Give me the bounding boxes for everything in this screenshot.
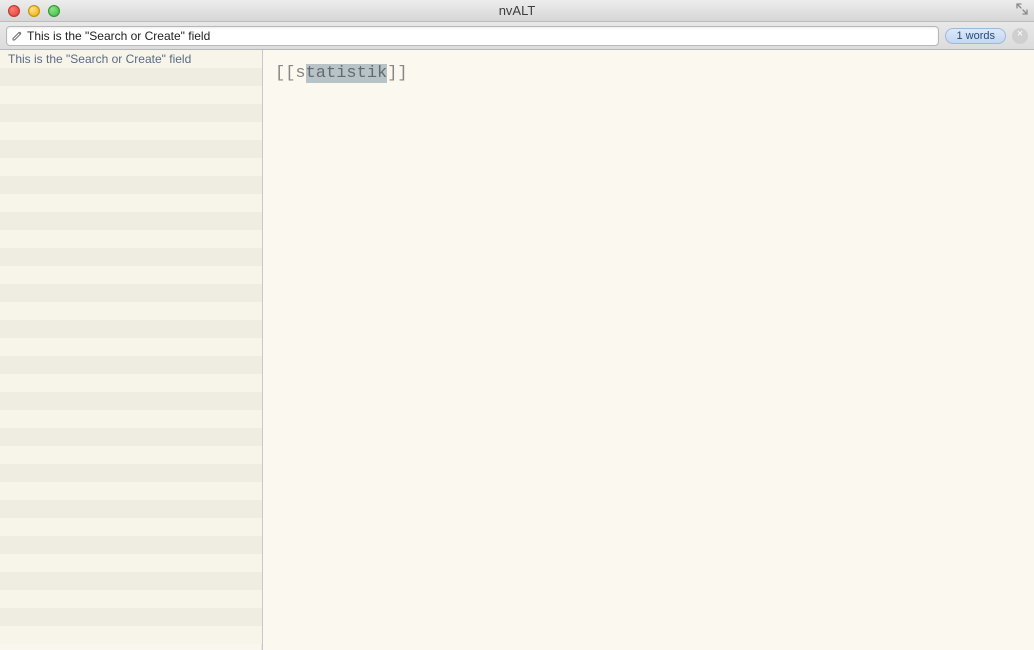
list-item[interactable] — [0, 626, 262, 644]
list-item[interactable] — [0, 536, 262, 554]
list-item[interactable] — [0, 194, 262, 212]
editor-text-suffix: ]] — [387, 64, 407, 83]
list-item[interactable] — [0, 518, 262, 536]
list-item[interactable] — [0, 446, 262, 464]
list-item[interactable] — [0, 374, 262, 392]
pencil-icon — [11, 30, 23, 42]
editor-text-prefix: [[s — [275, 64, 306, 83]
list-item[interactable] — [0, 428, 262, 446]
list-item[interactable] — [0, 320, 262, 338]
list-item[interactable] — [0, 104, 262, 122]
editor-text-selection: tatistik — [306, 64, 388, 83]
list-item[interactable] — [0, 140, 262, 158]
list-item[interactable] — [0, 482, 262, 500]
list-item[interactable] — [0, 248, 262, 266]
list-item[interactable] — [0, 68, 262, 86]
notes-list[interactable]: This is the "Search or Create" field — [0, 50, 263, 650]
note-editor[interactable]: [[statistik]] — [263, 50, 1034, 650]
list-item[interactable] — [0, 392, 262, 410]
list-item[interactable] — [0, 86, 262, 104]
app-window: nvALT 1 words × This is the "Search or C… — [0, 0, 1034, 650]
list-item[interactable] — [0, 176, 262, 194]
search-field-wrap[interactable] — [6, 26, 939, 46]
minimize-window-icon[interactable] — [28, 5, 40, 17]
window-title: nvALT — [0, 3, 1034, 18]
toolbar: 1 words × — [0, 22, 1034, 50]
list-item[interactable] — [0, 338, 262, 356]
main-split: This is the "Search or Create" field [[s… — [0, 50, 1034, 650]
list-item[interactable] — [0, 284, 262, 302]
list-item[interactable] — [0, 500, 262, 518]
word-count-badge[interactable]: 1 words — [945, 28, 1006, 44]
list-item[interactable] — [0, 464, 262, 482]
list-item[interactable] — [0, 122, 262, 140]
clear-icon: × — [1017, 29, 1023, 40]
list-item[interactable] — [0, 572, 262, 590]
list-item[interactable] — [0, 608, 262, 626]
list-item[interactable] — [0, 302, 262, 320]
list-item[interactable]: This is the "Search or Create" field — [0, 50, 262, 68]
titlebar[interactable]: nvALT — [0, 0, 1034, 22]
list-item[interactable] — [0, 212, 262, 230]
list-item[interactable] — [0, 590, 262, 608]
clear-search-button[interactable]: × — [1012, 28, 1028, 44]
list-item[interactable] — [0, 266, 262, 284]
search-or-create-input[interactable] — [27, 29, 934, 43]
list-item-title: This is the "Search or Create" field — [8, 52, 191, 66]
zoom-window-icon[interactable] — [48, 5, 60, 17]
list-item[interactable] — [0, 230, 262, 248]
traffic-lights — [8, 5, 60, 17]
list-item[interactable] — [0, 410, 262, 428]
close-window-icon[interactable] — [8, 5, 20, 17]
list-item[interactable] — [0, 356, 262, 374]
list-item[interactable] — [0, 158, 262, 176]
editor-line: [[statistik]] — [275, 64, 408, 83]
list-item[interactable] — [0, 554, 262, 572]
fullscreen-icon[interactable] — [1016, 3, 1028, 15]
